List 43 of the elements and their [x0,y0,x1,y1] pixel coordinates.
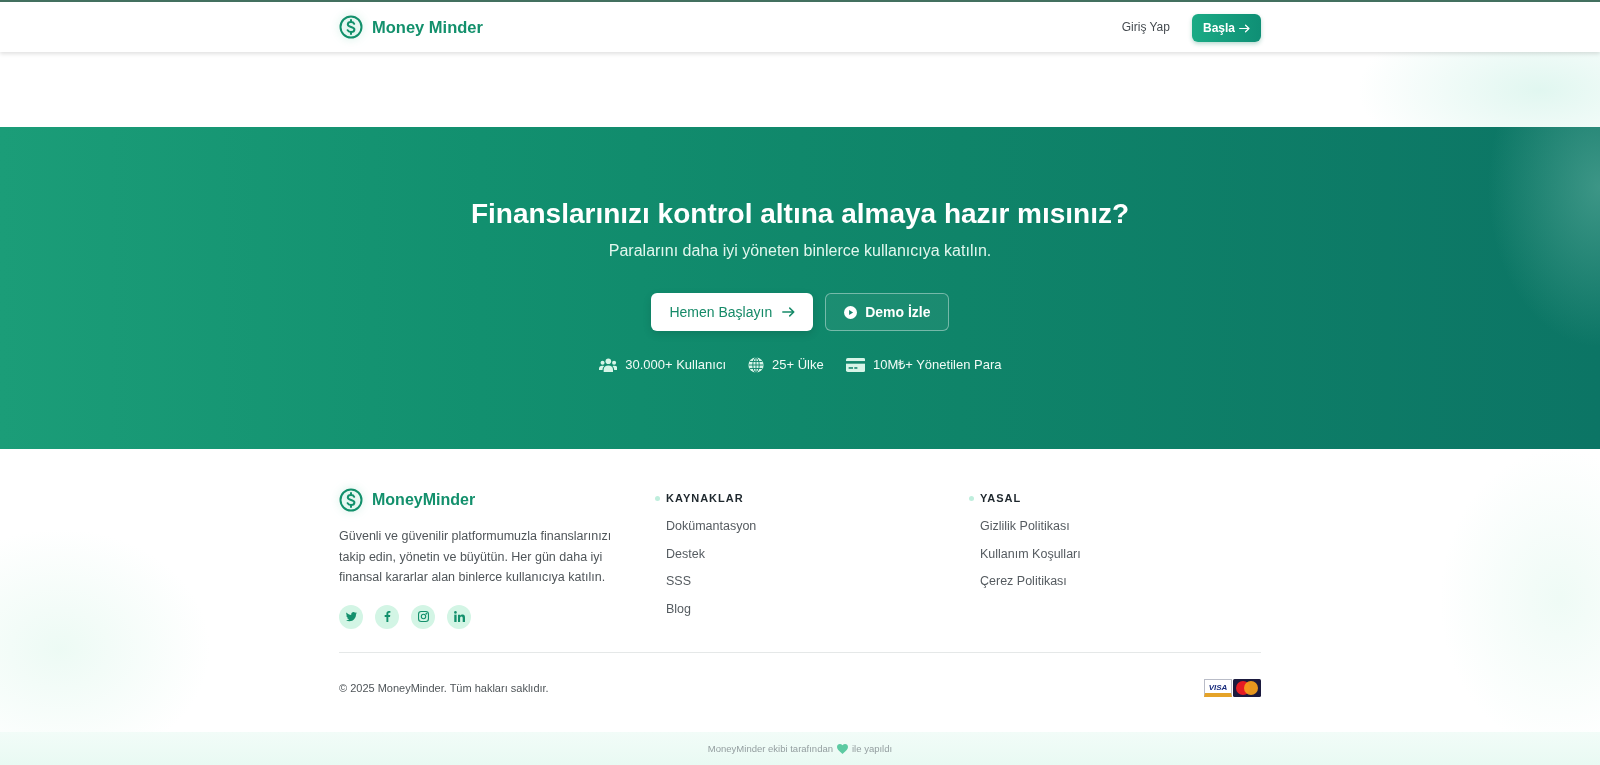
heart-icon [837,743,848,754]
copyright-text: © 2025 MoneyMinder. Tüm hakları saklıdır. [339,681,549,694]
demo-button[interactable]: Demo İzle [825,293,949,331]
hero-subtitle: Paralarını daha iyi yöneten binlerce kullanıcıya katılın. [608,241,992,261]
instagram-icon [417,611,429,622]
get-started-button[interactable]: Hemen Başlayın [651,293,814,331]
social-link[interactable] [375,604,399,629]
social-link[interactable] [339,604,363,629]
credit-text: MoneyMinder ekibi tarafından [707,743,833,754]
globe-icon [748,357,764,373]
footer-link[interactable]: SSS [666,573,691,591]
bullet-dot-icon [655,495,660,501]
footer-link[interactable]: Blog [666,600,692,618]
social-link[interactable] [411,604,435,629]
bullet-dot-icon [969,495,974,501]
column-heading: KAYNAKLAR [666,491,744,505]
stat-label: 25+ Ülke [772,356,824,374]
footer-link[interactable]: Dokümantasyon [666,518,757,536]
mastercard-icon [1233,678,1261,697]
twitter-icon [345,611,357,622]
brand-name[interactable]: Money Minder [372,17,483,37]
footer-link[interactable]: Gizlilik Politikası [980,518,1070,536]
linkedin-icon [453,611,465,622]
users-icon [598,358,618,372]
stat-label: 10M₺+ Yönetilen Para [872,356,1002,374]
credit-text: ile yapıldı [852,743,893,754]
dollar-circle-icon [339,15,363,39]
footer-link[interactable]: Destek [666,545,705,563]
footer-brand-name: MoneyMinder [372,491,476,509]
hero-title: Finanslarınızı kontrol altına almaya hazır mısınız? [470,197,1130,231]
dollar-circle-icon [339,488,363,512]
footer-description: Güvenli ve güvenilir platformumuzla finanslarınızı takip edin, yönetin ve büyütün. Her gün daha iyi finansal kararlar alan binlerce kullanıcıya katılın. [339,528,613,586]
footer-link[interactable]: Kullanım Koşulları [980,545,1081,563]
credit-card-icon [845,358,865,372]
visa-card-logo: VISA [1204,678,1232,697]
play-icon [844,305,858,319]
arrow-right-icon [782,307,796,317]
arrow-right-icon [1239,23,1250,33]
login-link[interactable]: Giriş Yap [1121,20,1170,34]
stat-label: 30.000+ Kullanıcı [625,356,726,374]
social-link[interactable] [447,604,471,629]
column-heading: YASAL [980,491,1022,505]
footer-link[interactable]: Çerez Politikası [980,573,1067,591]
